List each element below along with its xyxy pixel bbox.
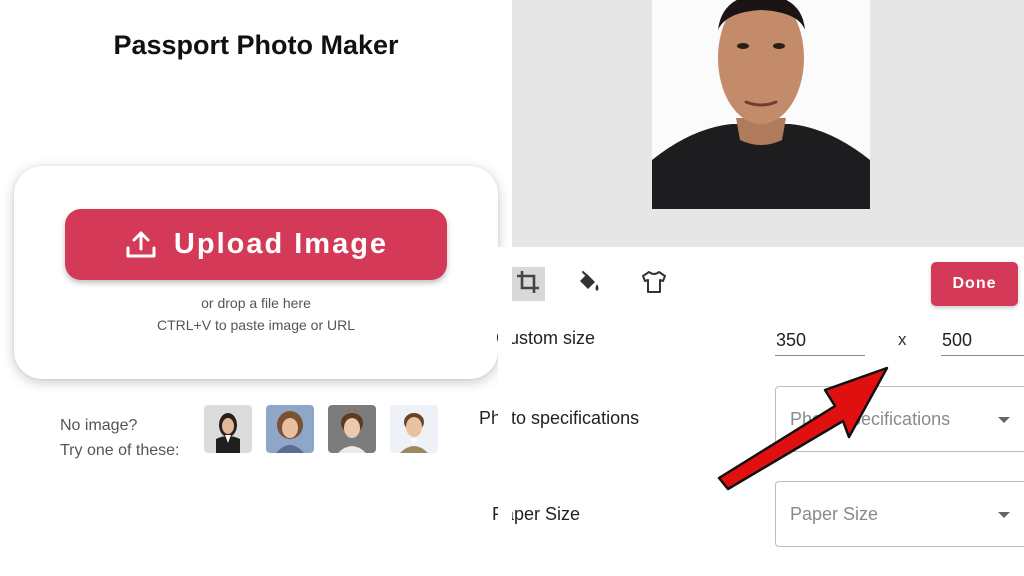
height-input[interactable]: 500 — [941, 326, 1024, 356]
paper-size-placeholder: Paper Size — [790, 504, 879, 524]
upload-icon — [124, 228, 158, 262]
editor-panel: Done Custom size 350 x 500 Photo specifi… — [479, 0, 1024, 576]
sample-prompt-line2: Try one of these: — [60, 442, 180, 459]
photo-spec-placeholder: Photo specifications — [790, 409, 951, 429]
photo-spec-select[interactable]: Photo specifications — [775, 386, 1024, 452]
done-button[interactable]: Done — [931, 262, 1018, 306]
sample-thumbnail[interactable] — [328, 405, 376, 453]
passport-photo-preview[interactable] — [652, 0, 870, 209]
paper-size-select[interactable]: Paper Size — [775, 481, 1024, 547]
editor-toolbar: Done — [511, 256, 1024, 314]
panel-divider — [498, 247, 512, 576]
chevron-down-icon — [998, 512, 1010, 518]
paste-hint: CTRL+V to paste image or URL — [156, 317, 356, 333]
clothing-tool-button[interactable] — [637, 267, 671, 301]
chevron-down-icon — [998, 417, 1010, 423]
sample-thumbnail[interactable] — [266, 405, 314, 453]
preview-area — [512, 0, 1024, 247]
upload-button-label: Upload Image — [173, 228, 389, 260]
app-title: Passport Photo Maker — [113, 30, 399, 60]
sample-prompt: No image? Try one of these: — [60, 413, 179, 463]
sample-thumbnails — [204, 405, 438, 453]
crop-tool-button[interactable] — [511, 267, 545, 301]
drop-hint: or drop a file here — [201, 295, 311, 311]
paint-bucket-icon — [575, 269, 601, 300]
screen: Passport Photo Maker Upload Image or dro… — [0, 0, 1024, 576]
upload-image-button[interactable]: Upload Image — [65, 209, 447, 280]
background-color-tool-button[interactable] — [571, 267, 605, 301]
sample-prompt-line1: No image? — [60, 417, 138, 434]
upload-panel: Passport Photo Maker Upload Image or dro… — [0, 0, 512, 576]
size-separator: x — [898, 330, 907, 349]
upload-card[interactable]: Upload Image or drop a file here CTRL+V … — [14, 166, 498, 379]
crop-icon — [515, 269, 541, 300]
sample-thumbnail[interactable] — [390, 405, 438, 453]
sample-thumbnail[interactable] — [204, 405, 252, 453]
width-input[interactable]: 350 — [775, 326, 865, 356]
tshirt-icon — [640, 269, 668, 300]
